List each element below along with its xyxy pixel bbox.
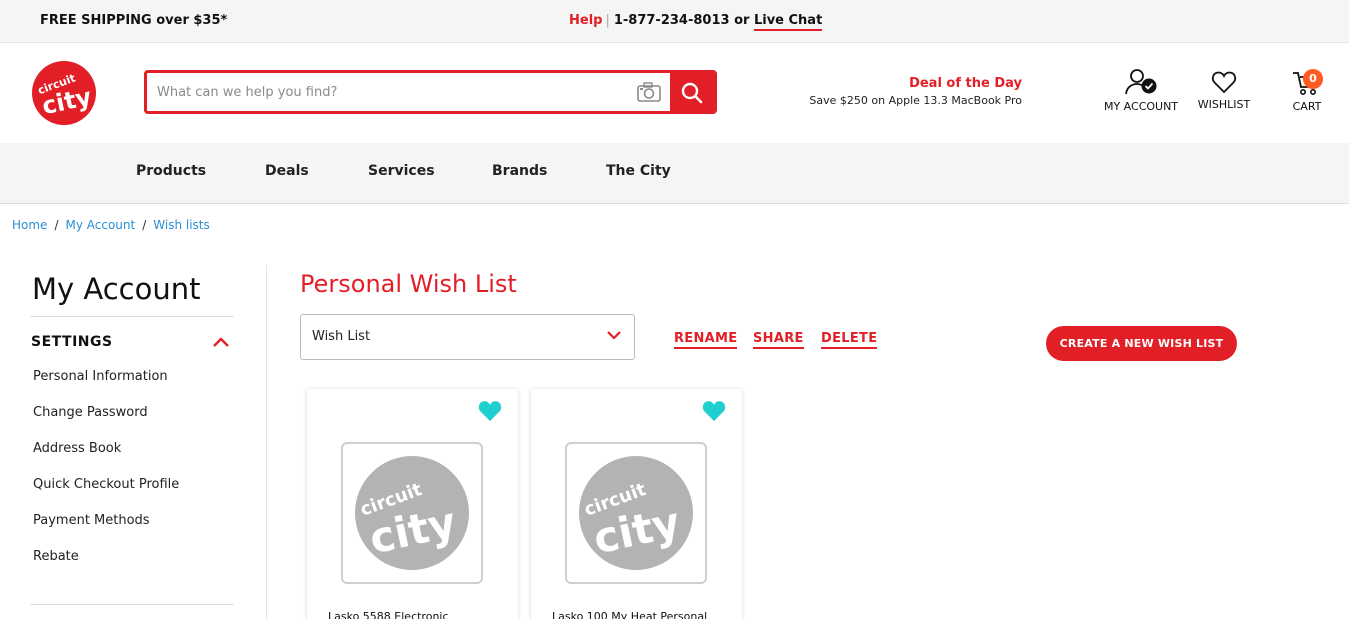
free-shipping-banner: FREE SHIPPING over $35* bbox=[40, 13, 228, 28]
product-image[interactable]: circuit city bbox=[341, 442, 483, 584]
my-account-label: MY ACCOUNT bbox=[1103, 100, 1179, 113]
wishlist-button[interactable]: WISHLIST bbox=[1193, 69, 1255, 111]
product-name[interactable]: Lasko 5588 Electronic bbox=[328, 610, 449, 619]
circuit-city-logo[interactable]: circuit city bbox=[31, 60, 98, 127]
live-chat-link[interactable]: Live Chat bbox=[753, 13, 823, 31]
breadcrumb-separator: / bbox=[54, 218, 59, 232]
phone-number: 1-877-234-8013 or bbox=[613, 13, 750, 28]
cart-button[interactable]: CART 0 bbox=[1287, 69, 1327, 113]
heart-icon[interactable] bbox=[478, 400, 502, 422]
breadcrumb: Home / My Account / Wish lists bbox=[12, 218, 210, 232]
wish-list-select-value: Wish List bbox=[312, 329, 371, 344]
settings-section-toggle[interactable]: SETTINGS bbox=[31, 334, 113, 350]
help-link[interactable]: Help bbox=[569, 13, 602, 28]
sidebar-item-change-password[interactable]: Change Password bbox=[33, 405, 148, 420]
cart-label: CART bbox=[1292, 100, 1322, 113]
sidebar-item-address-book[interactable]: Address Book bbox=[33, 441, 121, 456]
top-utility-bar: FREE SHIPPING over $35* Help | 1-877-234-8… bbox=[0, 0, 1349, 43]
rename-button[interactable]: RENAME bbox=[674, 331, 738, 349]
sidebar-divider bbox=[30, 604, 234, 605]
sidebar-title: My Account bbox=[32, 272, 201, 306]
nav-the-city[interactable]: The City bbox=[606, 163, 671, 179]
search-bar bbox=[144, 70, 717, 114]
wish-list-select[interactable]: Wish List bbox=[300, 314, 635, 360]
search-button[interactable] bbox=[670, 73, 714, 111]
sidebar-item-personal-information[interactable]: Personal Information bbox=[33, 369, 168, 384]
product-card[interactable]: circuit city Lasko 100 My Heat Personal bbox=[531, 389, 742, 619]
help-contact: Help | 1-877-234-8013 or Live Chat bbox=[569, 13, 823, 31]
cart-count-badge: 0 bbox=[1303, 69, 1323, 89]
chevron-down-icon bbox=[607, 331, 621, 340]
nav-services[interactable]: Services bbox=[368, 163, 435, 179]
share-button[interactable]: SHARE bbox=[753, 331, 804, 349]
deal-title: Deal of the Day bbox=[909, 76, 1022, 91]
sidebar-item-rebate[interactable]: Rebate bbox=[33, 549, 79, 564]
camera-icon[interactable] bbox=[635, 81, 663, 105]
deal-of-the-day[interactable]: Deal of the Day Save $250 on Apple 13.3 … bbox=[800, 76, 1022, 107]
nav-deals[interactable]: Deals bbox=[265, 163, 309, 179]
breadcrumb-separator: / bbox=[142, 218, 147, 232]
heart-icon bbox=[1211, 71, 1237, 94]
breadcrumb-home[interactable]: Home bbox=[12, 218, 47, 232]
delete-button[interactable]: DELETE bbox=[821, 331, 878, 349]
my-account-button[interactable]: MY ACCOUNT bbox=[1101, 67, 1181, 113]
help-separator: | bbox=[605, 13, 610, 28]
breadcrumb-my-account[interactable]: My Account bbox=[65, 218, 135, 232]
search-input[interactable] bbox=[157, 81, 617, 103]
column-divider bbox=[266, 265, 267, 619]
circuit-city-logo-placeholder: circuit city bbox=[355, 456, 469, 570]
nav-products[interactable]: Products bbox=[136, 163, 206, 179]
deal-subtitle: Save $250 on Apple 13.3 MacBook Pro bbox=[809, 94, 1022, 107]
product-card[interactable]: circuit city Lasko 5588 Electronic bbox=[307, 389, 518, 619]
sidebar-item-payment-methods[interactable]: Payment Methods bbox=[33, 513, 150, 528]
main-nav: Products Deals Services Brands The City bbox=[0, 143, 1349, 204]
product-name[interactable]: Lasko 100 My Heat Personal bbox=[552, 610, 707, 619]
create-wish-list-button[interactable]: CREATE A NEW WISH LIST bbox=[1046, 326, 1237, 361]
account-check-icon bbox=[1125, 69, 1157, 95]
sidebar-divider bbox=[30, 316, 234, 317]
breadcrumb-wish-lists[interactable]: Wish lists bbox=[153, 218, 209, 232]
product-image[interactable]: circuit city bbox=[565, 442, 707, 584]
search-icon bbox=[681, 82, 703, 104]
circuit-city-logo-placeholder: circuit city bbox=[579, 456, 693, 570]
nav-brands[interactable]: Brands bbox=[492, 163, 547, 179]
chevron-up-icon[interactable] bbox=[212, 336, 230, 348]
sidebar-item-quick-checkout-profile[interactable]: Quick Checkout Profile bbox=[33, 477, 179, 492]
wishlist-label: WISHLIST bbox=[1197, 98, 1251, 111]
page-title: Personal Wish List bbox=[300, 270, 517, 298]
heart-icon[interactable] bbox=[702, 400, 726, 422]
